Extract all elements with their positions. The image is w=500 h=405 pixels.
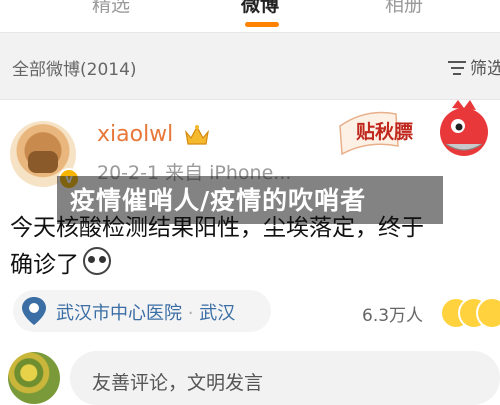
filter-bar: 全部微博(2014) 筛选	[0, 32, 500, 100]
grin-emoji-icon	[476, 297, 500, 329]
tab-weibo[interactable]: 微博	[241, 0, 279, 17]
location-pin-icon	[22, 297, 46, 325]
commenter-avatar	[8, 352, 60, 404]
sticker-image: 贴秋膘	[339, 100, 488, 156]
sticker-text: 贴秋膘	[356, 120, 413, 143]
post-content-line1: 今天核酸检测结果阳性，尘埃落定，终于	[10, 215, 424, 241]
all-posts-count: 全部微博(2014)	[12, 60, 137, 80]
location-separator: ·	[187, 303, 194, 324]
filter-lines-icon	[448, 60, 466, 76]
crown-icon	[185, 125, 209, 145]
location-text: 武汉市中心医院 · 武汉	[56, 299, 235, 325]
post-username[interactable]: xiaolwl	[97, 122, 173, 147]
active-tab-indicator	[245, 22, 279, 27]
post-content-line2: 确诊了	[10, 245, 111, 279]
top-tab-bar: 精选 微博 相册	[0, 0, 500, 28]
reactions[interactable]	[440, 297, 500, 329]
tab-featured[interactable]: 精选	[92, 0, 130, 17]
location-name: 武汉市中心医院	[56, 303, 182, 324]
panda-emoji-icon	[83, 247, 111, 275]
tab-album[interactable]: 相册	[385, 0, 423, 17]
filter-button-label: 筛选	[470, 59, 500, 79]
view-count: 6.3万人	[362, 306, 424, 326]
filter-button[interactable]: 筛选	[448, 54, 500, 79]
location-city: 武汉	[199, 303, 236, 324]
comment-placeholder: 友善评论，文明发言	[92, 372, 264, 394]
